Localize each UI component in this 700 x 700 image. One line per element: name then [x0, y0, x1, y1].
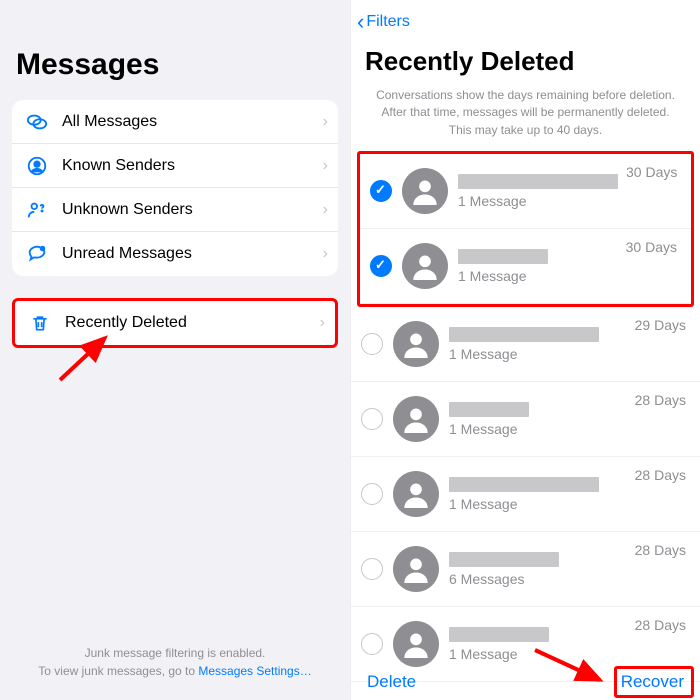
- page-title: Recently Deleted: [365, 46, 700, 77]
- nav-bar: ‹ Filters: [351, 0, 700, 40]
- deletion-note: Conversations show the days remaining be…: [351, 87, 700, 151]
- messages-filters-pane: Messages All Messages › Known Senders ›: [0, 0, 350, 700]
- deleted-conversation-row[interactable]: 1 Message 29 Days: [351, 307, 700, 382]
- message-count: 1 Message: [458, 193, 618, 209]
- row-content: 6 Messages: [449, 552, 627, 587]
- filter-label: Known Senders: [62, 157, 323, 175]
- select-checkbox[interactable]: [361, 483, 383, 505]
- speech-bubbles-icon: [24, 111, 50, 133]
- chevron-right-icon: ›: [323, 113, 328, 131]
- avatar-icon: [393, 321, 439, 367]
- annotation-highlight: 1 Message 30 Days 1 Message 30 Days: [357, 151, 694, 307]
- annotation-highlight: [614, 666, 694, 698]
- redacted-name: [458, 249, 548, 264]
- message-count: 1 Message: [458, 268, 618, 284]
- junk-filter-note: Junk message filtering is enabled. To vi…: [0, 644, 350, 680]
- select-checkbox[interactable]: [370, 255, 392, 277]
- filter-unread-messages[interactable]: Unread Messages ›: [12, 232, 338, 276]
- row-content: 1 Message: [449, 477, 627, 512]
- chevron-right-icon: ›: [323, 201, 328, 219]
- redacted-name: [449, 552, 559, 567]
- page-title: Messages: [16, 48, 350, 82]
- message-count: 1 Message: [449, 346, 627, 362]
- annotation-arrow-icon: [50, 330, 120, 390]
- filter-label: Unread Messages: [62, 245, 323, 263]
- filter-label: All Messages: [62, 113, 323, 131]
- row-content: 1 Message: [449, 402, 627, 437]
- filter-group: All Messages › Known Senders › Unknown S…: [12, 100, 338, 276]
- days-remaining: 29 Days: [635, 317, 686, 333]
- filter-all-messages[interactable]: All Messages ›: [12, 100, 338, 144]
- person-question-icon: [24, 199, 50, 221]
- select-checkbox[interactable]: [361, 333, 383, 355]
- redacted-name: [458, 174, 618, 189]
- avatar-icon: [393, 621, 439, 667]
- avatar-icon: [393, 471, 439, 517]
- deleted-conversation-row[interactable]: 1 Message 30 Days: [360, 229, 691, 304]
- select-checkbox[interactable]: [361, 633, 383, 655]
- speech-bubble-dot-icon: [24, 243, 50, 265]
- redacted-name: [449, 327, 599, 342]
- days-remaining: 28 Days: [635, 617, 686, 633]
- chevron-right-icon: ›: [323, 157, 328, 175]
- message-count: 6 Messages: [449, 571, 627, 587]
- redacted-name: [449, 627, 549, 642]
- delete-button[interactable]: Delete: [367, 672, 416, 692]
- days-remaining: 30 Days: [626, 239, 677, 255]
- chevron-left-icon: ‹: [357, 9, 364, 35]
- select-checkbox[interactable]: [361, 558, 383, 580]
- deleted-list: 1 Message30 Days1 Message30 Days1 Messag…: [351, 151, 700, 682]
- filter-known-senders[interactable]: Known Senders ›: [12, 144, 338, 188]
- redacted-name: [449, 477, 599, 492]
- messages-settings-link[interactable]: Messages Settings…: [198, 664, 311, 678]
- chevron-right-icon: ›: [323, 245, 328, 263]
- message-count: 1 Message: [449, 421, 627, 437]
- recently-deleted-pane: ‹ Filters Recently Deleted Conversations…: [350, 0, 700, 700]
- person-circle-icon: [24, 155, 50, 177]
- days-remaining: 30 Days: [626, 164, 677, 180]
- deleted-conversation-row[interactable]: 1 Message 30 Days: [360, 154, 691, 229]
- filter-label: Unknown Senders: [62, 201, 323, 219]
- chevron-right-icon: ›: [320, 314, 325, 332]
- row-content: 1 Message: [458, 249, 618, 284]
- back-button[interactable]: ‹ Filters: [357, 9, 410, 35]
- annotation-arrow-icon: [530, 645, 610, 690]
- deleted-conversation-row[interactable]: 1 Message 28 Days: [351, 382, 700, 457]
- days-remaining: 28 Days: [635, 392, 686, 408]
- avatar-icon: [402, 243, 448, 289]
- filter-unknown-senders[interactable]: Unknown Senders ›: [12, 188, 338, 232]
- avatar-icon: [402, 168, 448, 214]
- avatar-icon: [393, 546, 439, 592]
- select-checkbox[interactable]: [370, 180, 392, 202]
- message-count: 1 Message: [449, 496, 627, 512]
- redacted-name: [449, 402, 529, 417]
- select-checkbox[interactable]: [361, 408, 383, 430]
- deleted-conversation-row[interactable]: 6 Messages 28 Days: [351, 532, 700, 607]
- row-content: 1 Message: [449, 327, 627, 362]
- deleted-conversation-row[interactable]: 1 Message 28 Days: [351, 457, 700, 532]
- days-remaining: 28 Days: [635, 542, 686, 558]
- avatar-icon: [393, 396, 439, 442]
- days-remaining: 28 Days: [635, 467, 686, 483]
- row-content: 1 Message: [458, 174, 618, 209]
